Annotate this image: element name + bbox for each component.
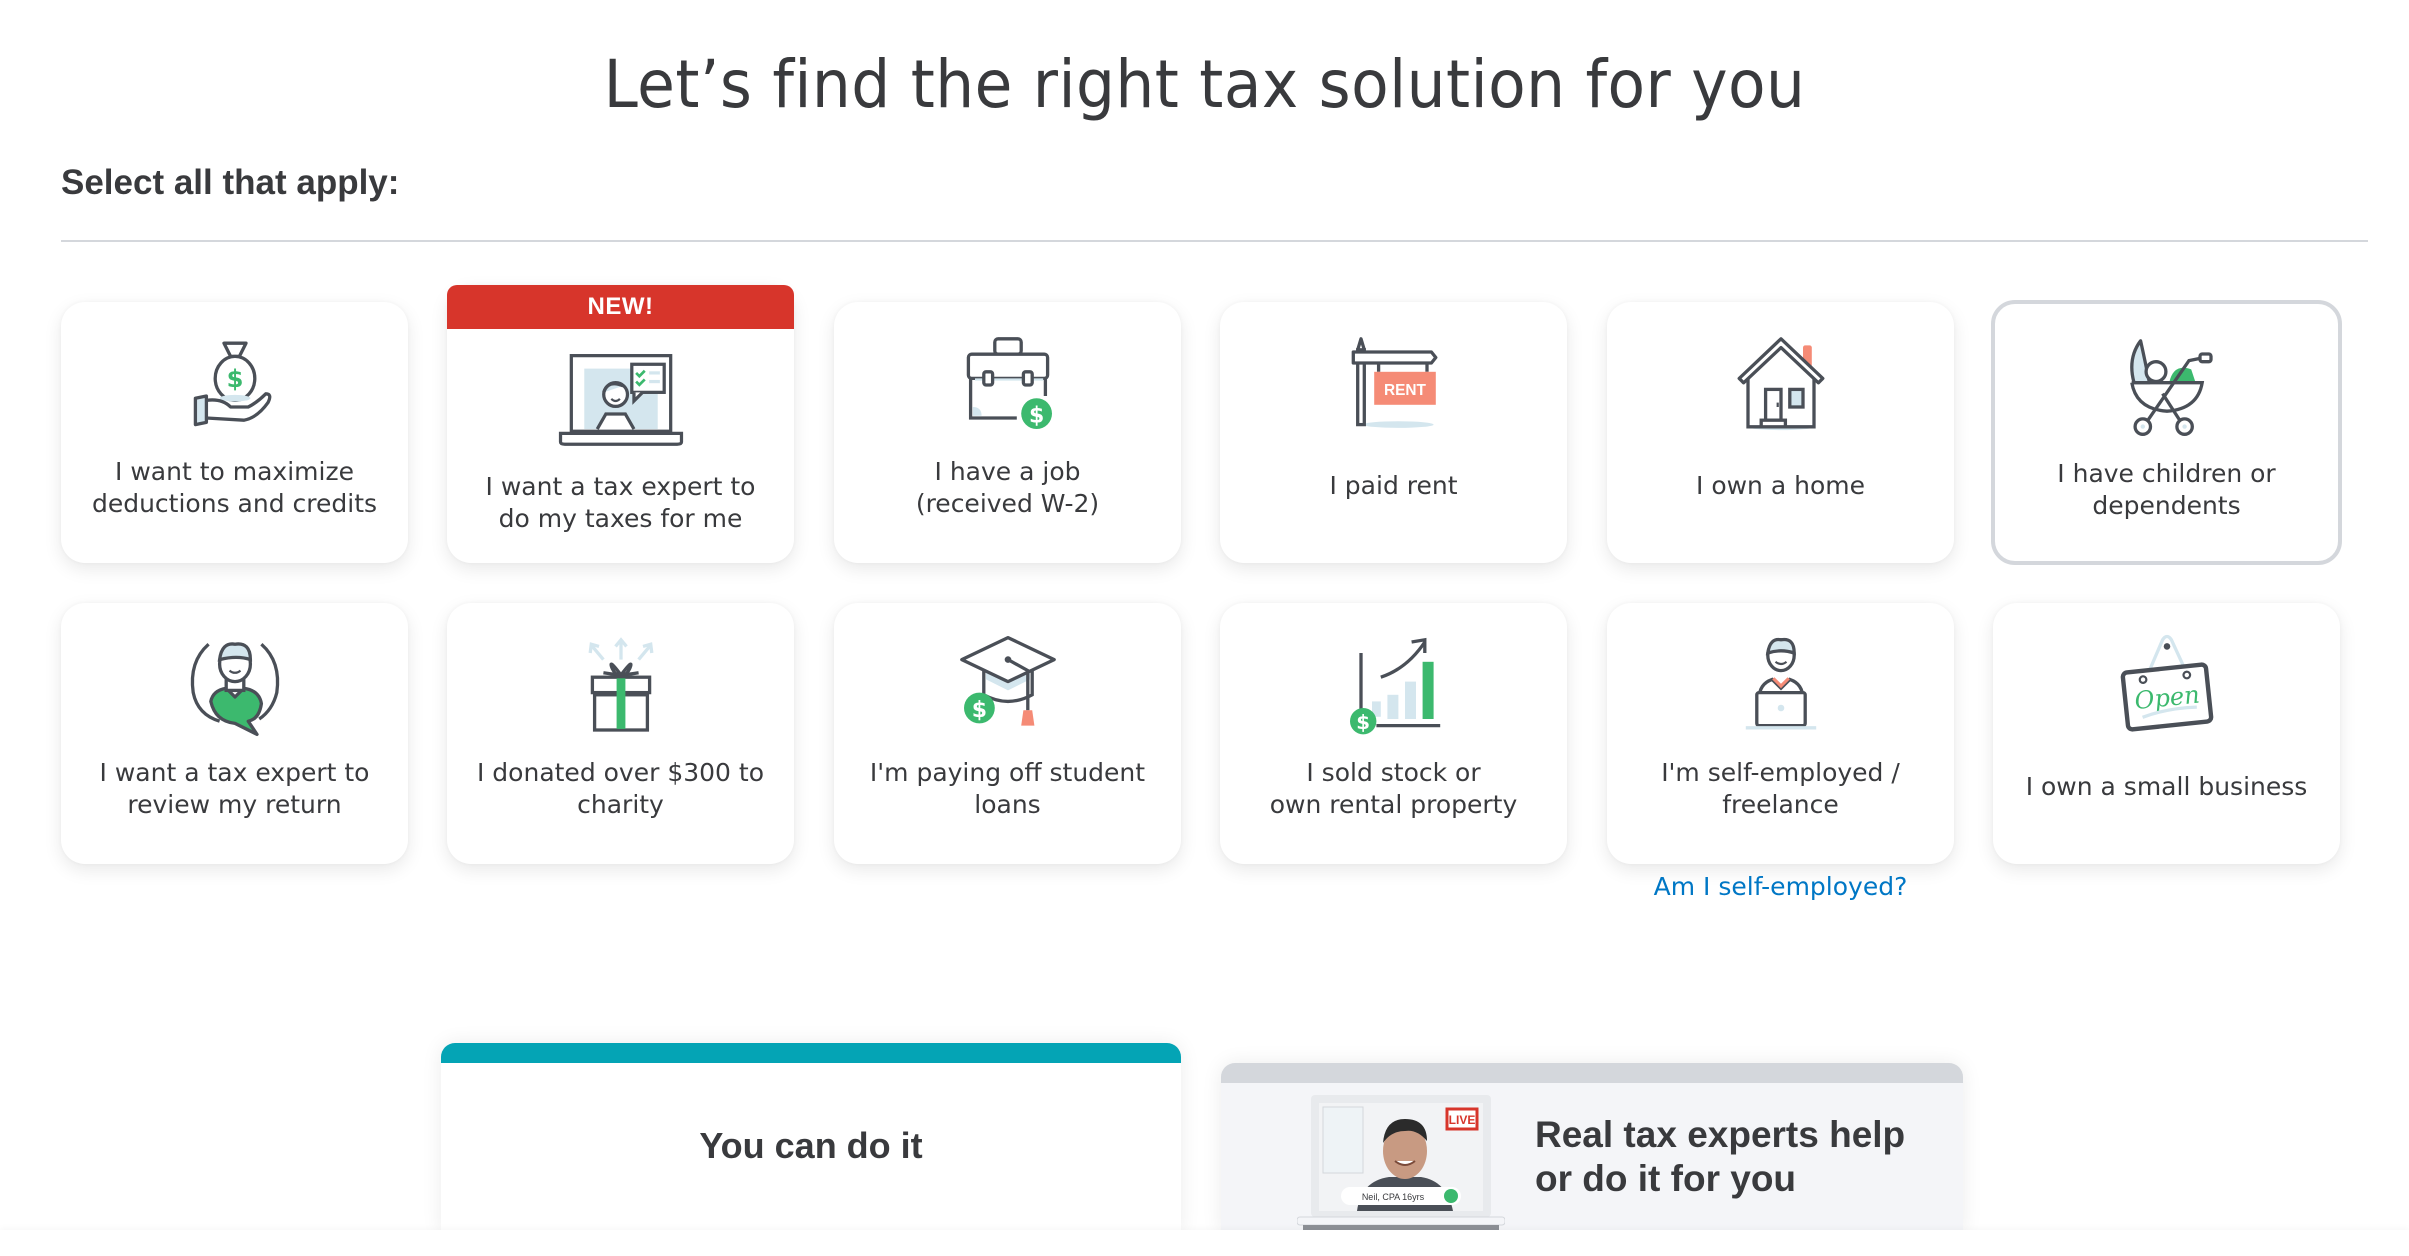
open-sign-icon: Open xyxy=(2120,634,2213,732)
svg-text:$: $ xyxy=(1356,711,1370,734)
option-label: I own a home xyxy=(1696,471,1865,500)
freelancer-laptop-icon xyxy=(1745,637,1816,730)
page-fold xyxy=(0,1230,2409,1256)
new-badge: NEW! xyxy=(447,285,794,329)
option-label: I sold stock or own rental property xyxy=(1269,758,1518,819)
divider xyxy=(61,240,2368,242)
graduation-cap-dollar-icon: $ xyxy=(959,635,1056,726)
diy-product-card[interactable]: You can do it xyxy=(441,1043,1181,1233)
option-student-loans[interactable]: $ I'm paying off student loans xyxy=(834,603,1181,864)
diy-title: You can do it xyxy=(699,1125,923,1166)
option-label: I paid rent xyxy=(1329,471,1458,500)
expert-product-card[interactable]: LIVE Neil, CPA 16yrs Real tax experts he… xyxy=(1221,1063,1963,1233)
option-expert-review[interactable]: I want a tax expert to review my return xyxy=(61,603,408,864)
briefcase-dollar-icon: $ xyxy=(966,337,1052,429)
growth-chart-icon: $ xyxy=(1349,637,1440,735)
option-label: I want to maximize deductions and credit… xyxy=(91,457,378,518)
expert-chat-icon xyxy=(190,642,279,737)
svg-text:$: $ xyxy=(1028,403,1043,428)
stroller-icon xyxy=(2129,339,2213,436)
option-have-job[interactable]: $ I have a job (received W-2) xyxy=(834,302,1181,563)
option-label: I donated over $300 to charity xyxy=(476,758,764,819)
svg-text:$: $ xyxy=(226,365,243,393)
money-bag-hand-icon: $ xyxy=(193,341,271,427)
option-expert-do-taxes[interactable]: NEW! I want a tax expert to do my taxes … xyxy=(447,285,794,563)
gift-icon xyxy=(588,637,653,732)
option-own-home[interactable]: I own a home xyxy=(1607,302,1954,563)
rent-sign-icon: RENT xyxy=(1351,337,1437,428)
teal-accent-bar xyxy=(441,1043,1181,1063)
expert-title-line1: Real tax experts help xyxy=(1535,1114,1906,1155)
option-paid-rent[interactable]: RENT I paid rent xyxy=(1220,302,1567,563)
page-title: Let’s find the right tax solution for yo… xyxy=(603,46,1806,123)
option-label: I own a small business xyxy=(2025,772,2308,801)
option-label: I'm self-employed / freelance xyxy=(1661,758,1900,819)
option-small-business[interactable]: Open I own a small business xyxy=(1993,603,2340,864)
option-label: I have a job (received W-2) xyxy=(915,457,1100,518)
option-label: I want a tax expert to do my taxes for m… xyxy=(485,472,756,533)
expert-title: Real tax experts help or do it for you xyxy=(1535,1113,1905,1201)
grey-accent-bar xyxy=(1221,1063,1963,1083)
option-label: I want a tax expert to review my return xyxy=(99,758,370,819)
house-icon xyxy=(1737,337,1824,431)
option-children-dependents[interactable]: I have children or dependents xyxy=(1991,300,2342,565)
expert-video-laptop-image: LIVE Neil, CPA 16yrs xyxy=(1297,1095,1505,1230)
am-i-self-employed-link[interactable]: Am I self-employed? xyxy=(1607,872,1954,901)
laptop-expert-icon xyxy=(558,354,683,446)
option-self-employed[interactable]: I'm self-employed / freelance xyxy=(1607,603,1954,864)
svg-text:$: $ xyxy=(971,698,986,723)
rent-sign-text: RENT xyxy=(1384,382,1426,399)
option-donated-charity[interactable]: I donated over $300 to charity xyxy=(447,603,794,864)
option-sold-stock[interactable]: $ I sold stock or own rental property xyxy=(1220,603,1567,864)
option-label: I have children or dependents xyxy=(2057,459,2276,520)
expert-title-line2: or do it for you xyxy=(1535,1158,1797,1199)
select-all-label: Select all that apply: xyxy=(61,163,400,202)
live-badge: LIVE xyxy=(1449,1113,1476,1127)
option-maximize-deductions[interactable]: $ I want to maximize deductions and cred… xyxy=(61,302,408,563)
option-label: I'm paying off student loans xyxy=(869,758,1146,819)
expert-name-tag: Neil, CPA 16yrs xyxy=(1362,1192,1425,1202)
